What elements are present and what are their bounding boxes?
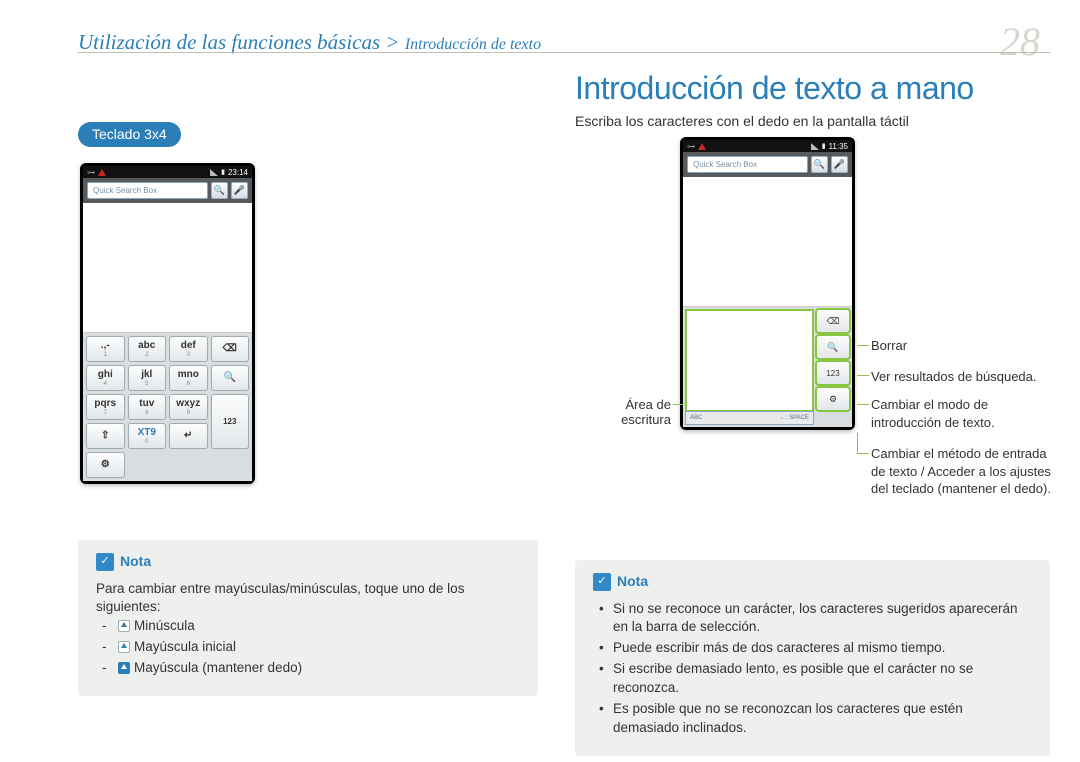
text-area[interactable] [83, 203, 252, 333]
key-shift[interactable]: ⇧ [86, 423, 125, 449]
list-item: Si escribe demasiado lento, es posible q… [593, 660, 1032, 698]
key-123[interactable]: 123 [211, 394, 250, 449]
statusbar: ⊶ ▮23:14 [83, 166, 252, 178]
key-9[interactable]: wxyz9 [169, 394, 208, 420]
side-key-del[interactable]: ⌫ [816, 309, 850, 333]
status-time: 11:35 [829, 142, 848, 151]
page-header: Utilización de las funciones básicas > I… [78, 22, 1040, 62]
warning-icon [698, 143, 706, 150]
text-area[interactable] [683, 177, 852, 307]
breadcrumb-sub: Introducción de texto [405, 36, 541, 53]
searchbar: Quick Search Box 🔍 🎤 [83, 178, 252, 203]
note-icon: ✓ [96, 553, 114, 571]
side-key-search[interactable]: 🔍 [816, 335, 850, 359]
key-7[interactable]: pqrs7 [86, 394, 125, 420]
note-box-right: ✓ Nota Si no se reconoce un carácter, lo… [575, 560, 1050, 756]
left-column: Teclado 3x4 ⊶ ▮23:14 Quick Search Box 🔍 … [78, 122, 538, 696]
key-gear[interactable]: ⚙ [86, 452, 125, 478]
key-del[interactable]: ⌫ [211, 336, 250, 362]
key-2[interactable]: abc2 [128, 336, 167, 362]
section-title: Introducción de texto a mano [575, 70, 1050, 107]
callout-line [857, 404, 869, 405]
search-icon[interactable]: 🔍 [211, 182, 228, 199]
statusbar: ⊶ ▮11:35 [683, 140, 852, 152]
phone-handwriting: ⊶ ▮11:35 Quick Search Box 🔍 🎤 ABC ←: SPA… [680, 137, 855, 430]
callout-line [857, 433, 869, 453]
phone-handwriting-wrap: ⊶ ▮11:35 Quick Search Box 🔍 🎤 ABC ←: SPA… [575, 137, 1050, 430]
search-icon[interactable]: 🔍 [811, 156, 828, 173]
mode-strip[interactable]: ABC ←: SPACE [685, 411, 814, 425]
note-intro: Para cambiar entre mayúsculas/minúsculas… [96, 580, 520, 618]
page-number: 28 [1000, 22, 1040, 62]
note-title: Nota [617, 572, 648, 592]
callout-mode: Cambiar el modo de introducción de texto… [871, 396, 1051, 431]
search-input[interactable]: Quick Search Box [87, 182, 208, 199]
list-item: Minúscula [96, 617, 520, 636]
lead-text: Escriba los caracteres con el dedo en la… [575, 113, 1050, 129]
callout-area: Área de escritura [579, 397, 671, 427]
handwriting-area[interactable] [685, 309, 814, 412]
list-item: Puede escribir más de dos caracteres al … [593, 639, 1032, 658]
list-item: Es posible que no se reconozcan los cara… [593, 700, 1032, 738]
key-5[interactable]: jkl5 [128, 365, 167, 391]
shift-blue-icon [118, 662, 130, 674]
callout-del: Borrar [871, 337, 907, 355]
section-pill-3x4: Teclado 3x4 [78, 122, 181, 147]
callout-search: Ver resultados de búsqueda. [871, 368, 1037, 386]
search-input[interactable]: Quick Search Box [687, 156, 808, 173]
callout-gear: Cambiar el método de entrada de texto / … [871, 445, 1061, 498]
breadcrumb-main: Utilización de las funciones básicas > [78, 30, 405, 54]
note-list-right: Si no se reconoce un carácter, los carac… [593, 600, 1032, 738]
list-item: Mayúscula (mantener dedo) [96, 659, 520, 678]
header-divider [78, 52, 1050, 53]
note-icon: ✓ [593, 573, 611, 591]
handwriting-panel: ABC ←: SPACE ⌫ 🔍 123 ⚙ [683, 307, 852, 427]
list-item: Mayúscula inicial [96, 638, 520, 657]
warning-icon [98, 169, 106, 176]
key-enter[interactable]: ↵ [169, 423, 208, 449]
phone-3x4: ⊶ ▮23:14 Quick Search Box 🔍 🎤 .,-1 abc2 … [80, 163, 255, 484]
callout-line [673, 404, 683, 405]
list-item: Si no se reconoce un carácter, los carac… [593, 600, 1032, 638]
callout-line [857, 453, 869, 454]
signal-icon [811, 143, 819, 150]
side-key-123[interactable]: 123 [816, 361, 850, 385]
key-xt9[interactable]: XT90 [128, 423, 167, 449]
mic-icon[interactable]: 🎤 [231, 182, 248, 199]
key-6[interactable]: mno6 [169, 365, 208, 391]
key-1[interactable]: .,-1 [86, 336, 125, 362]
key-search[interactable]: 🔍 [211, 365, 250, 391]
keypad-3x4: .,-1 abc2 def3 ⌫ ghi4 jkl5 mno6 🔍 pqrs7 … [83, 333, 252, 481]
key-4[interactable]: ghi4 [86, 365, 125, 391]
callout-line [857, 345, 869, 346]
side-key-gear[interactable]: ⚙ [816, 387, 850, 411]
searchbar: Quick Search Box 🔍 🎤 [683, 152, 852, 177]
key-8[interactable]: tuv8 [128, 394, 167, 420]
note-list-left: Minúscula Mayúscula inicial Mayúscula (m… [96, 617, 520, 678]
right-column: Introducción de texto a mano Escriba los… [575, 70, 1050, 756]
note-box-left: ✓ Nota Para cambiar entre mayúsculas/min… [78, 540, 538, 696]
shift-fill-icon [118, 641, 130, 653]
shift-outline-icon [118, 620, 130, 632]
breadcrumb: Utilización de las funciones básicas > I… [78, 30, 541, 55]
note-title: Nota [120, 552, 151, 572]
callout-line [857, 375, 869, 376]
signal-icon [210, 169, 218, 176]
status-time: 23:14 [228, 168, 248, 177]
key-3[interactable]: def3 [169, 336, 208, 362]
mic-icon[interactable]: 🎤 [831, 156, 848, 173]
side-keys: ⌫ 🔍 123 ⚙ [816, 309, 850, 425]
